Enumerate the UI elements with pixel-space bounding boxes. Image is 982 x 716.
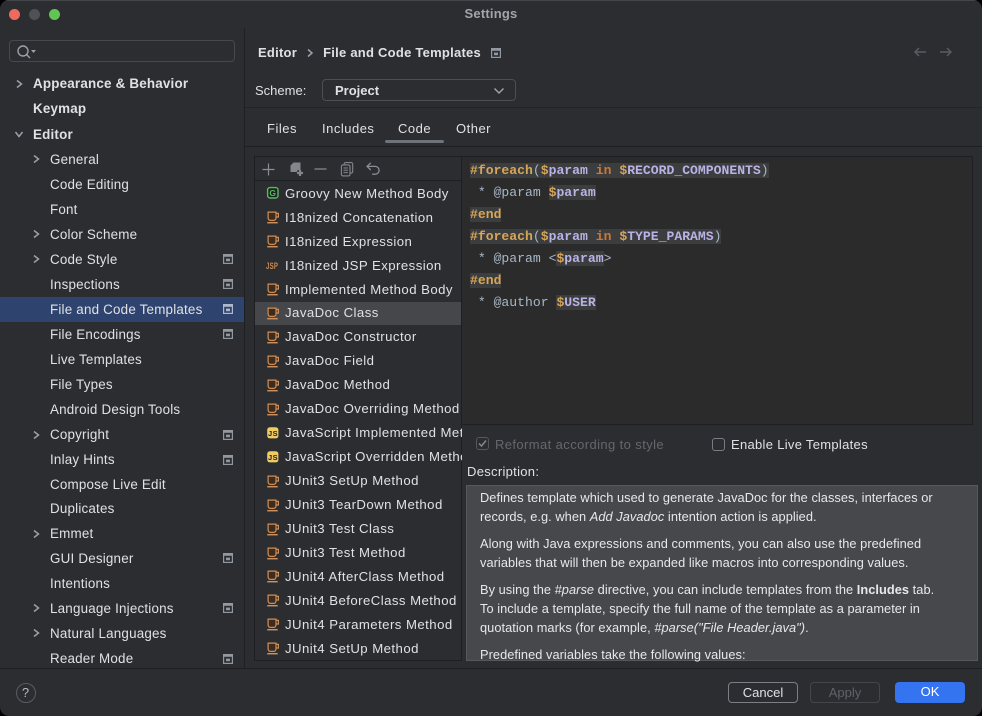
svg-text:G: G (269, 188, 276, 198)
svg-text:JSP: JSP (266, 261, 278, 272)
svg-text:JS: JS (267, 429, 277, 438)
svg-text:JS: JS (267, 453, 277, 462)
